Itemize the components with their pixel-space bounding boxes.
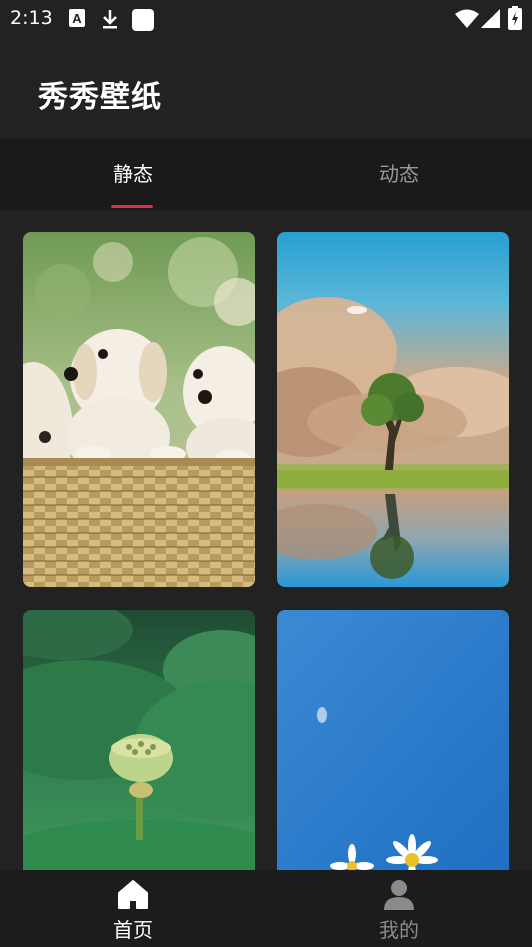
nav-home[interactable]: 首页 (0, 870, 266, 947)
nav-mine[interactable]: 我的 (266, 870, 532, 947)
status-time: 2:13 (10, 7, 53, 29)
wifi-icon (455, 9, 479, 33)
wallpaper-card-daisies[interactable] (277, 610, 509, 870)
wallpaper-card-puppies[interactable] (23, 232, 255, 587)
battery-icon (508, 6, 522, 34)
bottom-nav: 首页 我的 (0, 870, 532, 947)
square-app-icon (131, 8, 155, 36)
download-icon (100, 8, 120, 34)
wallpaper-card-tree-lake[interactable] (277, 232, 509, 587)
wallpaper-image-lotus (23, 610, 255, 870)
wallpaper-image-daisies (277, 610, 509, 870)
status-bar: 2:13 A (0, 0, 532, 38)
wallpaper-card-lotus[interactable] (23, 610, 255, 870)
home-icon (117, 878, 149, 914)
person-icon (383, 878, 415, 914)
app-title: 秀秀壁纸 (38, 80, 162, 115)
svg-text:A: A (72, 11, 82, 26)
wallpaper-grid[interactable] (0, 210, 532, 870)
tab-static[interactable]: 静态 (0, 138, 266, 210)
tab-bar: 静态 动态 (0, 138, 532, 210)
nav-mine-label: 我的 (379, 918, 419, 942)
tab-indicator (111, 205, 153, 208)
wallpaper-image-tree-lake (277, 232, 509, 587)
font-icon: A (68, 8, 86, 32)
tab-dynamic[interactable]: 动态 (266, 138, 532, 210)
nav-home-label: 首页 (113, 918, 153, 942)
signal-icon (481, 9, 501, 33)
wallpaper-image-puppies (23, 232, 255, 587)
app-bar: 秀秀壁纸 (0, 38, 532, 138)
